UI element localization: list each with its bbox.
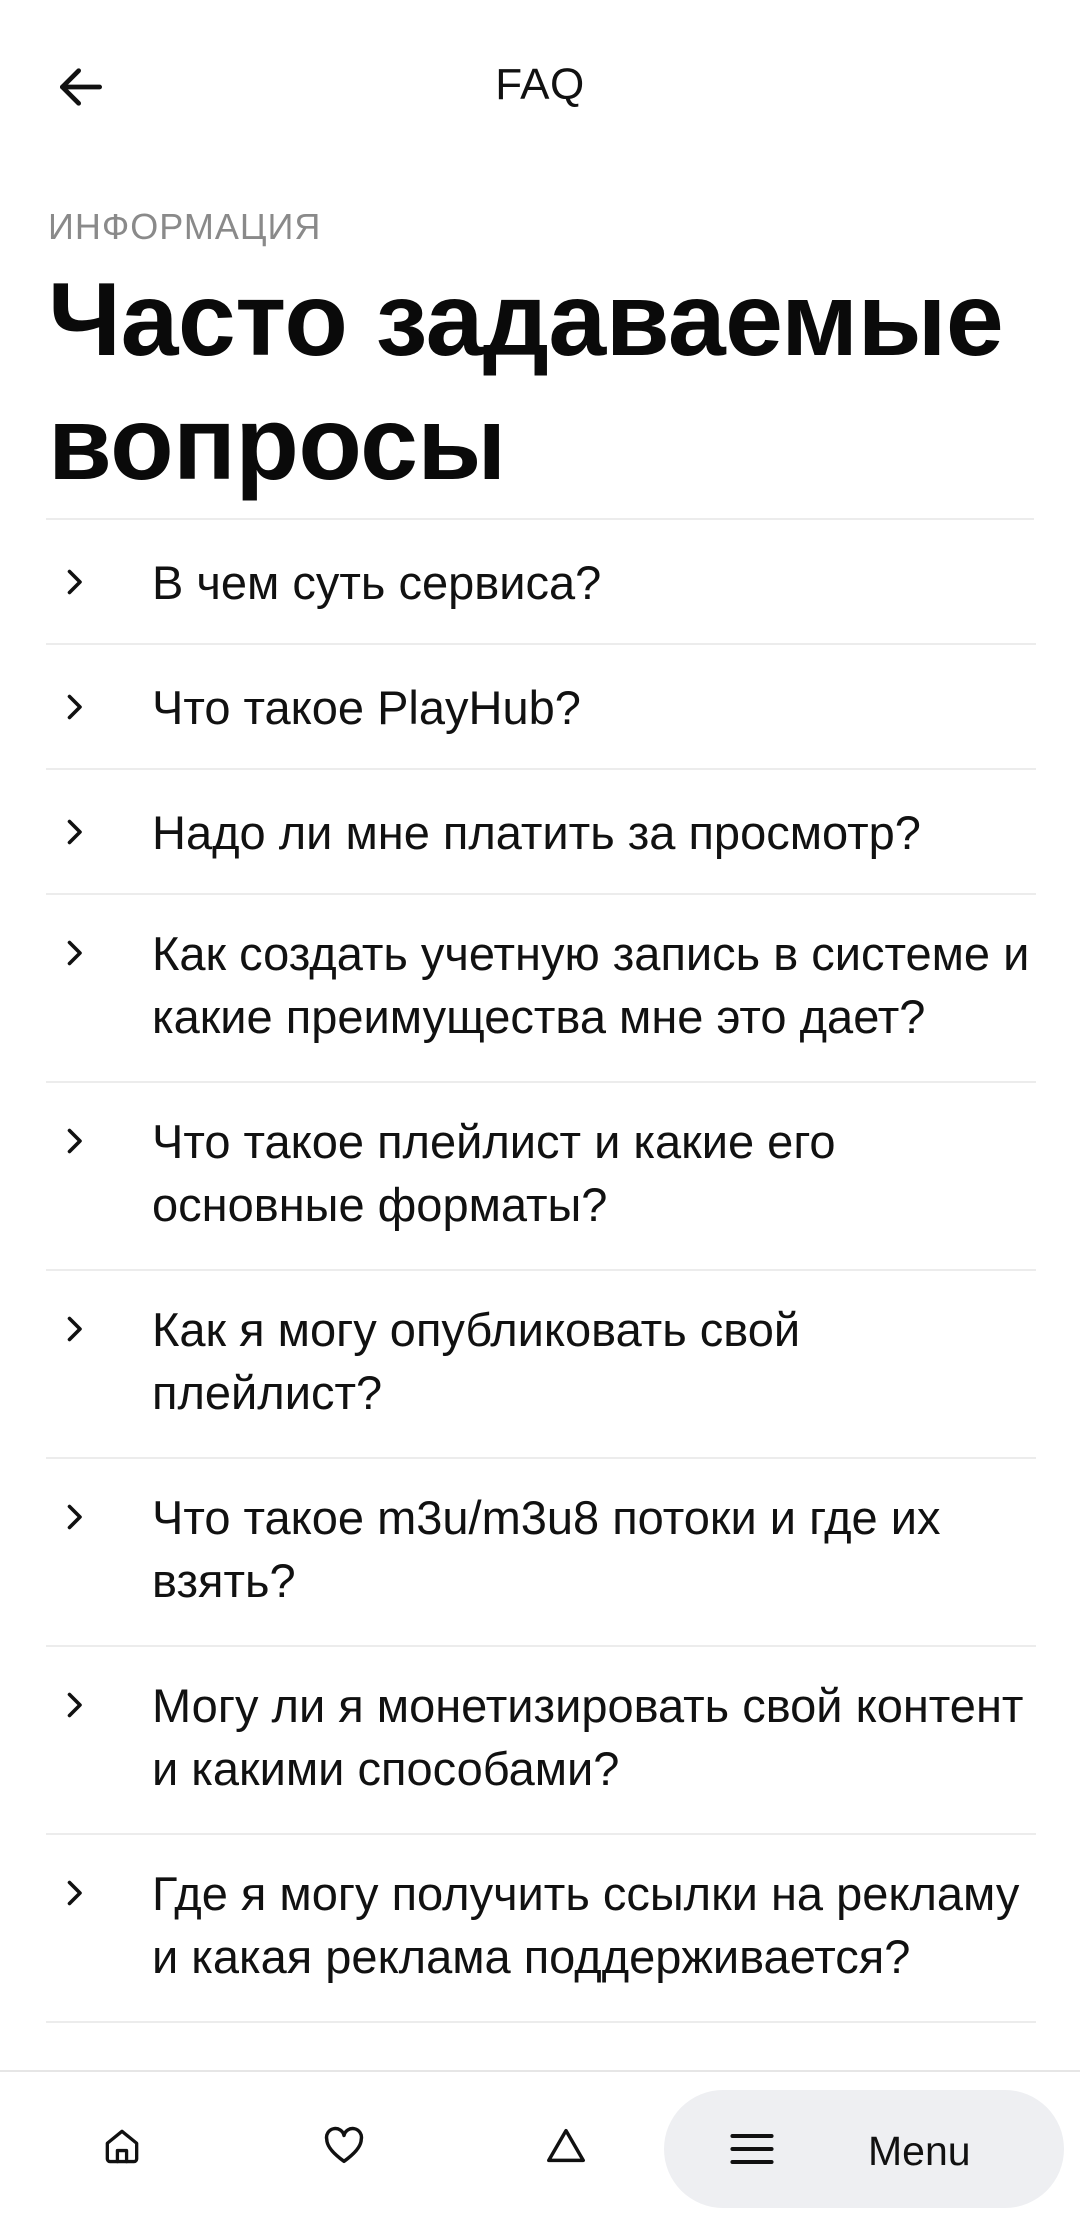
top-app-bar: FAQ	[0, 0, 1080, 170]
home-icon	[105, 2129, 139, 2164]
faq-item[interactable]: Где я могу получить ссылки на рекламу и …	[46, 1835, 1036, 2023]
faq-question: Что такое m3u/m3u8 потоки и где их взять…	[152, 1491, 941, 1607]
chevron-right-icon	[67, 819, 82, 845]
section-eyebrow: ИНФОРМАЦИЯ	[48, 206, 322, 247]
faq-question: Что такое PlayHub?	[152, 681, 581, 734]
chevron-right-icon	[67, 694, 82, 720]
chevron-right-icon	[67, 1880, 82, 1906]
faq-item[interactable]: Что такое m3u/m3u8 потоки и где их взять…	[46, 1459, 1036, 1647]
faq-question: Могу ли я монетизировать свой контент и …	[152, 1679, 1024, 1795]
bottom-navigation: Menu	[0, 2070, 1080, 2220]
heart-icon	[324, 2126, 364, 2164]
faq-item[interactable]: Что такое PlayHub?	[46, 645, 1036, 770]
faq-question: В чем суть сервиса?	[152, 556, 602, 609]
faq-list: В чем суть сервиса? Что такое PlayHub? Н…	[46, 520, 1036, 2023]
nav-favorites-button[interactable]	[314, 2116, 374, 2176]
faq-item[interactable]: Могу ли я монетизировать свой контент и …	[46, 1647, 1036, 1835]
chevron-right-icon	[67, 1692, 82, 1718]
nav-triangle-button[interactable]	[536, 2116, 596, 2176]
hamburger-icon	[730, 2133, 774, 2165]
chevron-right-icon	[67, 1316, 82, 1342]
menu-button[interactable]: Menu	[664, 2090, 1064, 2208]
triangle-icon	[547, 2128, 585, 2163]
faq-question: Что такое плейлист и какие его основные …	[152, 1115, 836, 1231]
nav-home-button[interactable]	[92, 2116, 152, 2176]
page-title: Часто задаваемые вопросы	[48, 262, 1004, 502]
faq-question: Где я могу получить ссылки на рекламу и …	[152, 1867, 1020, 1983]
chevron-right-icon	[67, 1504, 82, 1530]
faq-question: Как я могу опубликовать свой плейлист?	[152, 1303, 801, 1419]
faq-item[interactable]: Как я могу опубликовать свой плейлист?	[46, 1271, 1036, 1459]
faq-question: Надо ли мне платить за просмотр?	[152, 806, 921, 859]
faq-item[interactable]: Надо ли мне платить за просмотр?	[46, 770, 1036, 895]
faq-item[interactable]: Как создать учетную запись в системе и к…	[46, 895, 1036, 1083]
faq-item[interactable]: В чем суть сервиса?	[46, 520, 1036, 645]
chevron-right-icon	[67, 940, 82, 966]
chevron-right-icon	[67, 1128, 82, 1154]
chevron-right-icon	[67, 569, 82, 595]
faq-item[interactable]: Что такое плейлист и какие его основные …	[46, 1083, 1036, 1271]
page-header-title: FAQ	[495, 60, 585, 109]
faq-question: Как создать учетную запись в системе и к…	[152, 927, 1030, 1043]
menu-label: Menu	[868, 2128, 971, 2174]
